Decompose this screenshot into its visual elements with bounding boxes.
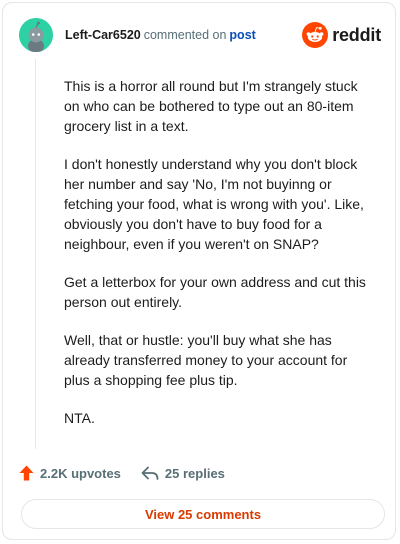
snoo-avatar-icon xyxy=(19,18,53,52)
comment-paragraph: Get a letterbox for your own address and… xyxy=(64,274,366,310)
thread-line[interactable] xyxy=(35,59,36,449)
comment-body: This is a horror all round but I'm stran… xyxy=(64,76,370,446)
upvote-arrow-icon xyxy=(19,465,34,481)
comment-paragraph: NTA. xyxy=(64,410,95,426)
reddit-logo-icon xyxy=(302,22,329,48)
avatar[interactable] xyxy=(19,18,53,52)
view-comments-button[interactable]: View 25 comments xyxy=(21,499,385,529)
reply-count: 25 replies xyxy=(164,465,225,481)
post-link[interactable]: post xyxy=(229,28,255,42)
reply-arrow-icon xyxy=(141,466,159,480)
comment-paragraph: I don't honestly understand why you don'… xyxy=(64,156,364,252)
comment-actions: 2.2K upvotes 25 replies xyxy=(19,463,225,483)
replies-button[interactable]: 25 replies xyxy=(141,466,225,481)
comment-card: Left-Car6520 commented on post reddit This… xyxy=(2,2,396,540)
username-link[interactable]: Left-Car6520 xyxy=(65,28,141,42)
brand-wordmark: reddit xyxy=(332,24,381,45)
brand[interactable]: reddit xyxy=(302,22,381,48)
upvote-count: 2.2K upvotes xyxy=(40,465,121,481)
comment-header: Left-Car6520 commented on post reddit xyxy=(19,17,381,53)
action-text: commented on xyxy=(143,28,227,42)
upvote-button[interactable]: 2.2K upvotes xyxy=(19,465,121,481)
comment-paragraph: This is a horror all round but I'm stran… xyxy=(64,78,358,134)
comment-paragraph: Well, that or hustle: you'll buy what sh… xyxy=(64,332,348,388)
comment-meta: Left-Car6520 commented on post xyxy=(65,27,256,43)
